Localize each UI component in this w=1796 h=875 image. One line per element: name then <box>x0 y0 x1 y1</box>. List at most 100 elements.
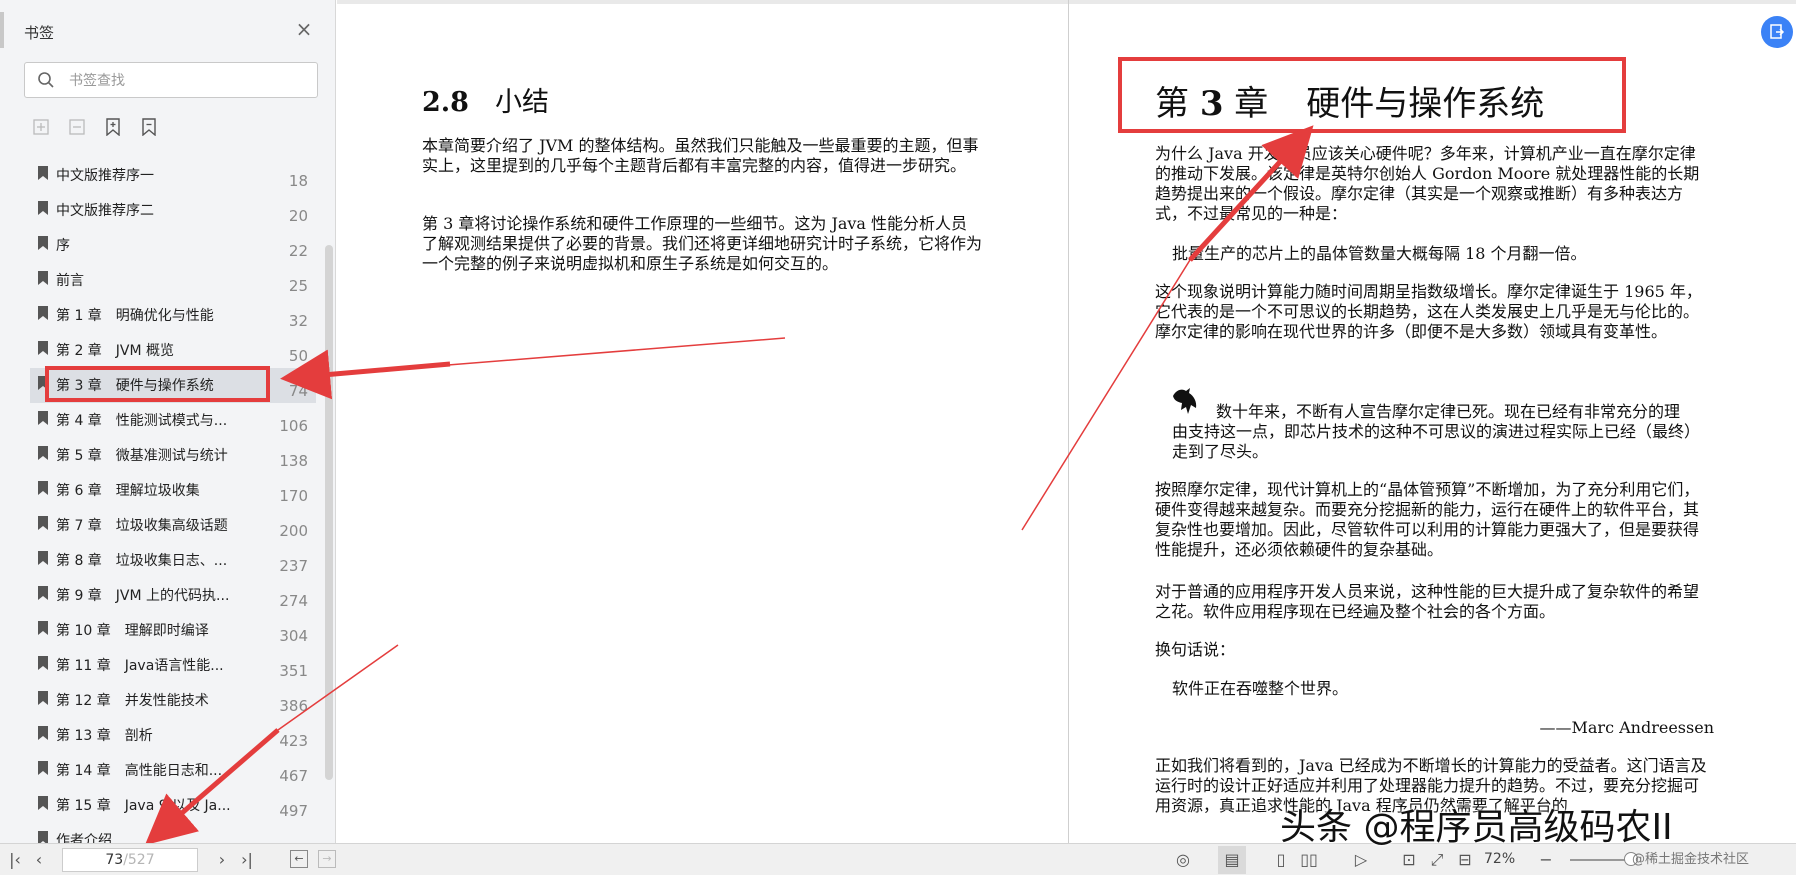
right-paragraph-4: 对于普通的应用程序开发人员来说，这种性能的巨大提升成了复杂软件的希望之花。软件应… <box>1155 582 1700 621</box>
bookmark-page-number: 200 <box>279 522 308 540</box>
forward-icon[interactable]: → <box>318 850 336 868</box>
page-number-input[interactable]: 73/527 <box>62 848 198 872</box>
bookmark-label: 第 9 章 JVM 上的代码执... <box>56 588 230 604</box>
document-icon <box>1770 24 1785 39</box>
bookmark-icon <box>38 446 48 460</box>
bookmark-label: 前言 <box>56 273 84 289</box>
bookmark-item[interactable]: 第 11 章 Java语言性能... 351 <box>30 648 316 683</box>
bookmark-label: 第 1 章 明确优化与性能 <box>56 308 214 324</box>
bookmark-icon <box>38 761 48 775</box>
pdf-reader-window: 书签 × 中文版推荐序一 18 中文版推荐序二 20 <box>0 0 1796 875</box>
continuous-view-icon[interactable]: ▤ <box>1218 846 1246 874</box>
single-page-icon[interactable]: ▯ <box>1270 850 1292 870</box>
bookmark-item[interactable]: 第 4 章 性能测试模式与... 106 <box>30 403 316 438</box>
add-bookmark-icon[interactable] <box>30 116 52 138</box>
bookmark-item[interactable]: 第 7 章 垃圾收集高级话题 200 <box>30 508 316 543</box>
bookmark-icon <box>38 516 48 530</box>
bookmark-label: 第 8 章 垃圾收集日志、... <box>56 553 228 569</box>
zoom-level[interactable]: 72% <box>1484 851 1515 867</box>
first-page-icon[interactable]: |‹ <box>6 850 24 870</box>
bookmark-page-number: 274 <box>279 592 308 610</box>
play-icon[interactable]: ▷ <box>1350 850 1372 870</box>
bookmark-icon <box>38 201 48 215</box>
zoom-slider[interactable] <box>1570 859 1630 861</box>
bookmark-item[interactable]: 第 2 章 JVM 概览 50 <box>30 333 316 368</box>
bookmark-icon <box>38 411 48 425</box>
note-paragraph: 数十年来，不断有人宣告摩尔定律已死。现在已经有非常充分的理由支持这一点，即芯片技… <box>1172 402 1693 461</box>
bookmark-remove-icon[interactable] <box>138 116 160 138</box>
bookmark-label: 第 5 章 微基准测试与统计 <box>56 448 228 464</box>
last-page-icon[interactable]: ›| <box>238 850 256 870</box>
right-paragraph-1: 为什么 Java 开发人员应该关心硬件呢？多年来，计算机产业一直在摩尔定律的推动… <box>1155 144 1700 223</box>
bookmark-icon <box>38 586 48 600</box>
bookmark-item[interactable]: 第 10 章 理解即时编译 304 <box>30 613 316 648</box>
watermark-text: 头条 @程序员高级码农II <box>1280 807 1673 848</box>
quote-attribution: ——Marc Andreessen <box>1539 718 1715 737</box>
bookmark-icon <box>38 166 48 180</box>
bookmark-page-number: 386 <box>279 697 308 715</box>
bookmark-page-number: 25 <box>288 277 308 295</box>
bookmark-item[interactable]: 前言 25 <box>30 263 316 298</box>
fit-width-icon[interactable]: ⊟ <box>1454 850 1476 870</box>
bookmark-item[interactable]: 作者介绍 <box>30 823 316 845</box>
prev-page-icon[interactable]: ‹ <box>30 850 48 870</box>
close-icon[interactable]: × <box>293 18 315 40</box>
bookmark-item[interactable]: 第 12 章 并发性能技术 386 <box>30 683 316 718</box>
bookmark-item[interactable]: 第 15 章 Java 9 以及 Ja... 497 <box>30 788 316 823</box>
bookmark-search-box[interactable] <box>24 62 318 98</box>
bookmark-icon <box>38 796 48 810</box>
bookmark-item[interactable]: 第 6 章 理解垃圾收集 170 <box>30 473 316 508</box>
sidebar-scrollbar[interactable] <box>325 245 333 780</box>
bookmark-item[interactable]: 第 14 章 高性能日志和... 467 <box>30 753 316 788</box>
bookmark-item[interactable]: 中文版推荐序二 20 <box>30 193 316 228</box>
bookmark-item[interactable]: 第 9 章 JVM 上的代码执... 274 <box>30 578 316 613</box>
section-title: 小结 <box>494 87 549 118</box>
floating-tool-button[interactable] <box>1761 16 1793 48</box>
total-pages: /527 <box>123 852 155 868</box>
section-heading: 2.8 小结 <box>422 80 549 119</box>
bookmark-item[interactable]: 第 8 章 垃圾收集日志、... 237 <box>30 543 316 578</box>
bookmark-item[interactable]: 第 1 章 明确优化与性能 32 <box>30 298 316 333</box>
add-sub-bookmark-icon[interactable] <box>66 116 88 138</box>
bookmark-plus-icon[interactable] <box>102 116 124 138</box>
block-quote-1: 批量生产的芯片上的晶体管数量大概每隔 18 个月翻一倍。 <box>1172 244 1587 263</box>
bookmark-page-number: 138 <box>279 452 308 470</box>
bookmark-icon <box>38 621 48 635</box>
annotation-box-chapter-title <box>1118 57 1626 133</box>
bookmark-page-number: 32 <box>288 312 308 330</box>
bookmark-icon <box>38 271 48 285</box>
bookmark-list: 中文版推荐序一 18 中文版推荐序二 20 序 22 前言 25 第 1 章 明确优化与… <box>30 158 316 845</box>
bookmark-page-number: 18 <box>288 172 308 190</box>
bookmark-label: 第 11 章 Java语言性能... <box>56 658 224 674</box>
next-page-icon[interactable]: › <box>213 850 231 870</box>
sidebar-title: 书签 <box>24 24 55 42</box>
bookmark-label: 第 14 章 高性能日志和... <box>56 763 223 779</box>
bookmark-page-number: 170 <box>279 487 308 505</box>
double-page-icon[interactable]: ▯▯ <box>1298 850 1320 870</box>
bookmark-page-number: 20 <box>288 207 308 225</box>
section-number: 2.8 <box>422 87 469 118</box>
sidebar-tab-indicator[interactable] <box>0 12 4 48</box>
bookmark-icon <box>38 481 48 495</box>
bookmark-item[interactable]: 中文版推荐序一 18 <box>30 158 316 193</box>
bookmark-page-number: 74 <box>288 382 308 400</box>
fit-page-icon[interactable]: ⤢ <box>1426 850 1448 870</box>
bookmark-item[interactable]: 序 22 <box>30 228 316 263</box>
bookmark-item[interactable]: 第 13 章 剖析 423 <box>30 718 316 753</box>
right-paragraph-5: 换句话说： <box>1155 640 1236 659</box>
read-mode-icon[interactable]: ◎ <box>1172 850 1194 870</box>
zoom-out-icon[interactable]: − <box>1538 850 1554 870</box>
bookmark-label: 第 6 章 理解垃圾收集 <box>56 483 200 499</box>
bookmark-page-number: 351 <box>279 662 308 680</box>
back-icon[interactable]: ← <box>290 850 308 868</box>
bookmark-item[interactable]: 第 5 章 微基准测试与统计 138 <box>30 438 316 473</box>
actual-size-icon[interactable]: ⊡ <box>1398 850 1420 870</box>
page-divider <box>1068 0 1069 843</box>
bookmark-page-number: 22 <box>288 242 308 260</box>
block-quote-2: 软件正在吞噬整个世界。 <box>1172 679 1349 698</box>
bookmark-icon <box>38 551 48 565</box>
bookmark-icon <box>38 306 48 320</box>
bookmark-icon <box>38 656 48 670</box>
search-icon <box>38 72 54 88</box>
bookmark-search-input[interactable] <box>69 70 309 92</box>
